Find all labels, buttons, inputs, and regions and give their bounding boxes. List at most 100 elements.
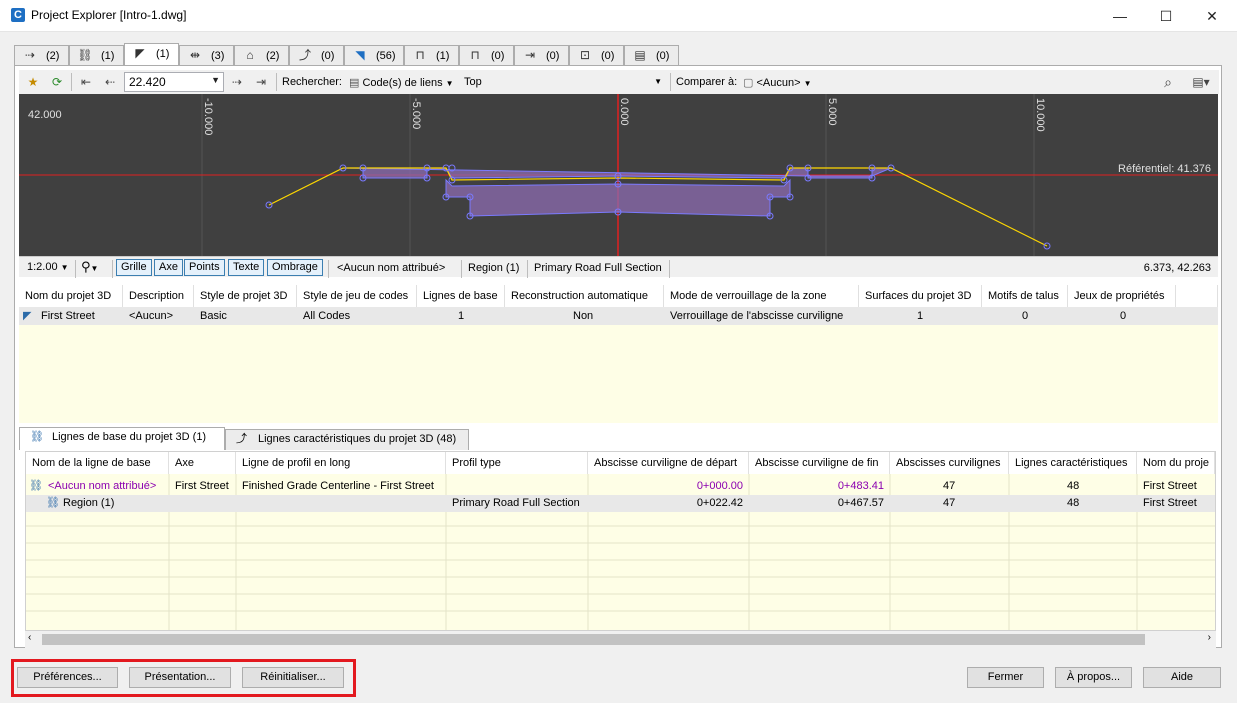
refresh-icon[interactable]: ⟳ [48,73,66,91]
region-icon: ⛓ [46,497,60,509]
zoom-search-icon[interactable]: ⌕ [1159,73,1177,91]
about-button[interactable]: À propos... [1055,667,1132,688]
region-label: Region (1) [468,262,520,274]
table-row[interactable]: ⛓ Region (1) Primary Road Full Section 0… [26,495,1215,512]
column-header[interactable]: Reconstruction automatique [505,285,664,307]
tab-structures[interactable]: ⊓ (1) [404,45,459,65]
feature-line-icon: ⤴ [298,48,311,62]
add-star-icon[interactable]: ★ [24,73,42,91]
station-select[interactable]: 22.420 ▼ [124,72,224,92]
chevron-down-icon: ▼ [654,77,662,86]
column-header[interactable]: Lignes de base [417,285,505,307]
horizontal-scrollbar[interactable]: ‹ › [25,631,1216,648]
column-header[interactable]: Profil type [446,452,588,474]
column-header[interactable]: Lignes caractéristiques [1009,452,1137,474]
column-header[interactable]: Jeux de propriétés [1068,285,1176,307]
shape-icon: ▢ [743,77,754,89]
last-station-icon[interactable]: ⇥ [252,73,270,91]
column-header[interactable]: Mode de verrouillage de la zone [664,285,859,307]
tab-bridges[interactable]: ⊓ (0) [459,45,514,65]
toggle-shading[interactable]: Ombrage [267,259,323,276]
tab-corridors[interactable]: ◤ (1) [124,43,179,66]
bridge-icon: ⊓ [470,48,480,62]
scroll-left-icon[interactable]: ‹ [28,632,31,643]
section-canvas: 42.000 -10.000 -5.000 0.000 5.000 10.000… [19,94,1218,256]
baseline-icon: ⛓ [29,480,43,492]
tab-feature-lines[interactable]: ⤴ (0) [289,45,344,65]
compare-select[interactable]: ▢ <Aucun> ▼ [743,73,833,91]
column-header[interactable]: Style de jeu de codes [297,285,417,307]
search-label: Rechercher: [282,76,342,88]
x-tick-label: 0.000 [618,98,630,126]
tab-pipe-networks[interactable]: ◥ (56) [344,45,404,65]
previous-station-icon[interactable]: ⇠ [101,73,119,91]
tab-profile-views[interactable]: ⛓ (1) [69,45,124,65]
minimize-button[interactable]: — [1097,0,1143,32]
app-logo-icon: C [11,8,25,22]
profile-view-icon: ⛓ [77,48,93,62]
tab-sample-lines[interactable]: ⇹ (3) [179,45,234,65]
tab-property-sets[interactable]: ▤ (0) [624,45,679,65]
elevation-label: 42.000 [28,109,62,121]
scroll-thumb[interactable] [42,634,1145,645]
chevron-down-icon: ▼ [803,79,812,88]
column-header[interactable]: Abscisse curviligne de fin [749,452,890,474]
toggle-axis[interactable]: Axe [154,259,183,276]
code-icon: ▤ [349,77,360,89]
pipe-network-icon: ◥ [355,48,365,62]
column-header[interactable]: Style de projet 3D [194,285,297,307]
table-row[interactable]: ◤ First Street <Aucun> Basic All Codes 1… [19,307,1218,325]
object-type-tabs: ⇢ (2) ⛓ (1) ◤ (1) ⇹ (3) ⌂ (2) ⤴ (0) ◥ (56) ⊓ (1)… [14,43,1218,66]
view-options-icon[interactable]: ▤▾ [1187,73,1215,91]
parcel-icon: ⊡ [579,48,591,62]
column-header[interactable]: Motifs de talus [982,285,1068,307]
code-type-select[interactable]: ▤ Code(s) de liens ▼ [349,73,464,91]
x-tick-label: -10.000 [202,98,214,135]
section-icon: ⇥ [524,48,536,62]
column-header[interactable]: Ligne de profil en long [236,452,446,474]
tab-feature-lines[interactable]: ⤴ Lignes caractéristiques du projet 3D (4… [225,429,469,450]
column-header[interactable]: Nom du proje [1137,452,1215,474]
cursor-coordinates: 6.373, 42.263 [1143,262,1211,274]
column-header[interactable]: Abscisses curvilignes [890,452,1009,474]
tab-baselines[interactable]: ⛓ Lignes de base du projet 3D (1) [19,427,225,450]
maximize-button[interactable]: ☐ [1143,0,1189,32]
section-viewer[interactable]: 42.000 -10.000 -5.000 0.000 5.000 10.000… [19,94,1218,256]
toggle-points[interactable]: Points [184,259,225,276]
column-header[interactable]: Axe [169,452,236,474]
alignment-icon: ⇢ [24,48,36,62]
tab-surfaces[interactable]: ⌂ (2) [234,45,289,65]
column-header[interactable]: Description [123,285,194,307]
zoom-icon[interactable]: ⚲▼ [81,259,98,275]
tab-alignments[interactable]: ⇢ (2) [14,45,69,65]
corridor-icon: ◤ [135,46,145,60]
help-button[interactable]: Aide [1143,667,1221,688]
tab-sections[interactable]: ⇥ (0) [514,45,569,65]
baselines-grid: Nom de la ligne de base Axe Ligne de pro… [25,451,1216,631]
toggle-grid[interactable]: Grille [116,259,152,276]
next-station-icon[interactable]: ⇢ [228,73,246,91]
datum-label: Référentiel: 41.376 [1118,163,1211,175]
viewer-toolbar: ★ ⟳ ⇤ ⇠ 22.420 ▼ ⇢ ⇥ Rechercher: ▤ Code(s… [19,70,1219,94]
scale-select[interactable]: 1:2.00 ▼ [27,261,69,273]
close-window-button[interactable]: ✕ [1189,0,1235,32]
column-header[interactable]: Nom du projet 3D [19,285,123,307]
column-header[interactable]: Abscisse curviligne de départ [588,452,749,474]
code-value-select[interactable]: Top ▼ [464,73,664,91]
scroll-right-icon[interactable]: › [1208,632,1211,643]
baseline-name: <Aucun nom attribué> [337,262,446,274]
column-header[interactable]: Surfaces du projet 3D [859,285,982,307]
first-station-icon[interactable]: ⇤ [77,73,95,91]
viewer-status-bar: 1:2.00 ▼ ⚲▼ Grille Axe Points Texte Ombr… [19,256,1218,278]
close-button[interactable]: Fermer [967,667,1044,688]
assembly-label: Primary Road Full Section [534,262,662,274]
corridor-icon: ◤ [23,310,32,322]
tab-parcels[interactable]: ⊡ (0) [569,45,624,65]
toggle-text[interactable]: Texte [228,259,265,276]
x-tick-label: 5.000 [826,98,838,126]
compare-label: Comparer à: [676,76,738,88]
table-row[interactable]: ⛓ <Aucun nom attribué> First Street Fini… [26,478,1215,495]
surface-icon: ⌂ [246,48,254,62]
window-title: Project Explorer [Intro-1.dwg] [31,8,187,22]
column-header[interactable]: Nom de la ligne de base [26,452,169,474]
